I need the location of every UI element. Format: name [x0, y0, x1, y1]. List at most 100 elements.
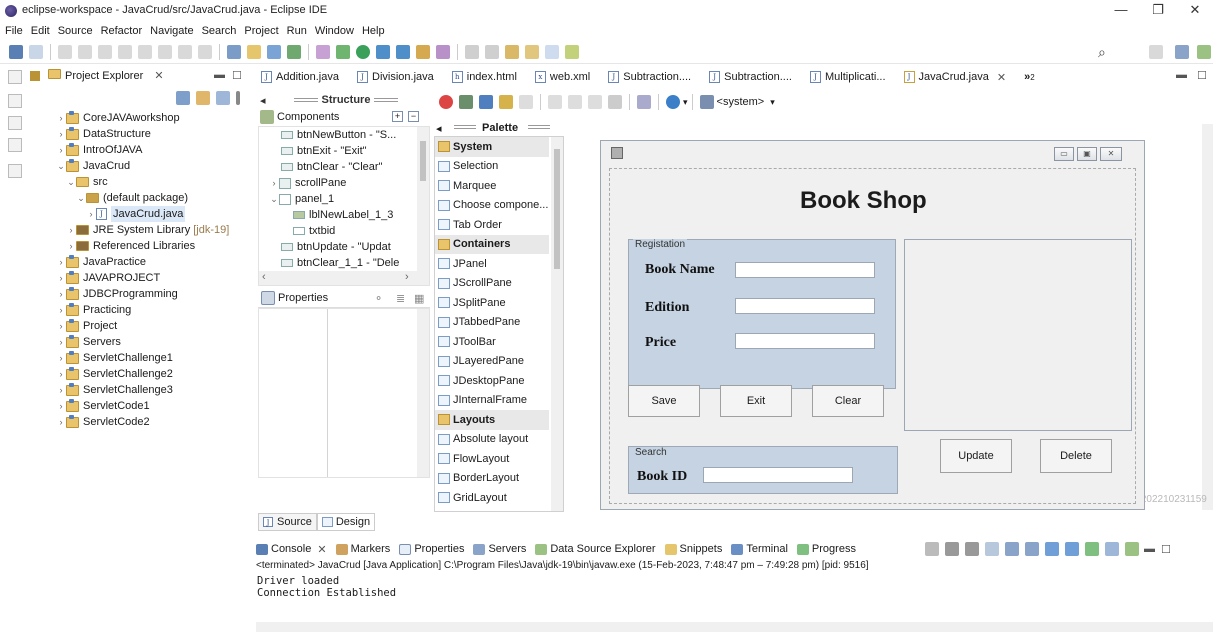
- minimize-view-icon[interactable]: ▬: [1144, 543, 1155, 555]
- preview-icon[interactable]: [459, 95, 473, 109]
- project-explorer-tab[interactable]: Project Explorer ✕: [48, 69, 164, 82]
- terminate-icon[interactable]: [118, 44, 132, 59]
- design-perspective-icon[interactable]: [1197, 45, 1211, 59]
- menu-navigate[interactable]: Navigate: [146, 22, 197, 40]
- collapse-all-icon[interactable]: [176, 91, 190, 105]
- book-name-field[interactable]: [735, 262, 875, 278]
- next-annotation-icon[interactable]: [485, 44, 499, 59]
- last-edit-icon[interactable]: [505, 44, 519, 59]
- tab-web-xml[interactable]: x web.xml: [526, 66, 599, 88]
- properties-scrollbar[interactable]: [417, 309, 429, 477]
- frame-minimize-icon[interactable]: ▭: [1054, 147, 1074, 161]
- chevron-down-icon[interactable]: ⌄: [66, 174, 76, 190]
- components-hscrollbar[interactable]: ‹ ›: [259, 271, 417, 285]
- exit-button[interactable]: Exit: [720, 385, 792, 417]
- maximize-view-icon[interactable]: ☐: [1161, 543, 1171, 556]
- project-tree-item[interactable]: › Project: [56, 318, 250, 334]
- word-wrap-icon[interactable]: [1025, 542, 1039, 556]
- table-scroll-pane[interactable]: [904, 239, 1132, 431]
- expand-all-icon[interactable]: +: [392, 111, 403, 122]
- project-tree-item[interactable]: › J JavaCrud.java: [56, 206, 250, 222]
- tab-terminal[interactable]: Terminal: [731, 543, 788, 555]
- tab-console[interactable]: Console ✕: [256, 543, 327, 556]
- project-tree-item[interactable]: › DataStructure: [56, 126, 250, 142]
- save-button[interactable]: Save: [628, 385, 700, 417]
- chevron-right-icon[interactable]: ›: [56, 350, 66, 366]
- close-button[interactable]: ✕: [1175, 2, 1213, 20]
- tab-javacrud[interactable]: J JavaCrud.java ✕: [894, 66, 1016, 88]
- open-console-icon[interactable]: [1125, 542, 1139, 556]
- toggle-icon[interactable]: [227, 44, 241, 59]
- tree-item-btnclear[interactable]: btnClear - "Clear": [259, 159, 417, 175]
- chevron-right-icon[interactable]: ›: [66, 238, 76, 254]
- chevron-right-icon[interactable]: ›: [86, 206, 96, 222]
- menu-run[interactable]: Run: [283, 22, 311, 40]
- layout-icon[interactable]: [637, 95, 651, 109]
- palette-item[interactable]: FlowLayout: [435, 449, 549, 469]
- chevron-down-icon[interactable]: ⌄: [76, 190, 86, 206]
- palette-item[interactable]: JSplitPane: [435, 293, 549, 313]
- menu-project[interactable]: Project: [240, 22, 282, 40]
- chevron-right-icon[interactable]: ›: [56, 126, 66, 142]
- project-tree-item[interactable]: › ServletChallenge3: [56, 382, 250, 398]
- close-icon[interactable]: ✕: [317, 543, 326, 556]
- pin-console-icon[interactable]: [1085, 542, 1099, 556]
- chevron-right-icon[interactable]: ›: [66, 222, 76, 238]
- cut-icon[interactable]: [548, 95, 562, 109]
- redo-icon[interactable]: [519, 95, 533, 109]
- clear-console-icon[interactable]: [985, 542, 999, 556]
- tab-markers[interactable]: Markers: [335, 543, 390, 555]
- project-tree-item[interactable]: › JRE System Library [jdk-19]: [56, 222, 250, 238]
- palette-item[interactable]: JDesktopPane: [435, 371, 549, 391]
- new-icon[interactable]: [9, 44, 23, 59]
- project-tree-item[interactable]: ⌄ (default package): [56, 190, 250, 206]
- frame-maximize-icon[interactable]: ▣: [1077, 147, 1097, 161]
- new-java-icon[interactable]: [287, 44, 301, 59]
- chevron-right-icon[interactable]: ›: [56, 110, 66, 126]
- resume-icon[interactable]: [78, 44, 92, 59]
- copy-icon[interactable]: [568, 95, 582, 109]
- tab-overflow[interactable]: » 2: [1015, 66, 1044, 88]
- tab-subtraction-2[interactable]: J Subtraction....: [700, 66, 801, 88]
- palette-item[interactable]: JScrollPane: [435, 274, 549, 294]
- source-tab[interactable]: J Source: [258, 513, 317, 531]
- tree-item-btnnewbutton[interactable]: btnNewButton - "S...: [259, 127, 417, 143]
- new-package-icon[interactable]: [416, 44, 430, 59]
- console-output[interactable]: Driver loaded Connection Established: [257, 575, 396, 599]
- project-tree-item[interactable]: › ServletChallenge1: [56, 350, 250, 366]
- system-dropdown[interactable]: <system>: [717, 96, 765, 108]
- terminate-icon[interactable]: [925, 542, 939, 556]
- scroll-lock-icon[interactable]: [1005, 542, 1019, 556]
- tree-item-txtbid[interactable]: txtbid: [259, 223, 417, 239]
- tab-progress[interactable]: Progress: [796, 543, 856, 555]
- palette-item[interactable]: Marquee: [435, 176, 549, 196]
- show-stdout-icon[interactable]: [1045, 542, 1059, 556]
- palette-item[interactable]: BorderLayout: [435, 469, 549, 489]
- price-field[interactable]: [735, 333, 875, 349]
- project-tree-item[interactable]: › ServletCode2: [56, 414, 250, 430]
- annotation-icon[interactable]: [465, 44, 479, 59]
- remove-launch-icon[interactable]: [945, 542, 959, 556]
- menu-search[interactable]: Search: [198, 22, 241, 40]
- tree-item-panel1[interactable]: ⌄ panel_1: [259, 191, 417, 207]
- run-icon[interactable]: [356, 44, 370, 59]
- chevron-right-icon[interactable]: ›: [56, 398, 66, 414]
- tab-addition[interactable]: J Addition.java: [252, 66, 348, 88]
- layout-properties-icon[interactable]: ▦: [414, 292, 424, 305]
- palette-item[interactable]: Tab Order: [435, 215, 549, 235]
- tab-index-html[interactable]: h index.html: [443, 66, 526, 88]
- chevron-right-icon[interactable]: ›: [56, 334, 66, 350]
- palette-category[interactable]: System: [435, 137, 549, 157]
- components-scrollbar[interactable]: [417, 127, 429, 285]
- tab-properties[interactable]: Properties: [399, 543, 464, 555]
- pen-icon[interactable]: [436, 44, 450, 59]
- palette-item[interactable]: Choose compone...: [435, 196, 549, 216]
- tab-data-source-explorer[interactable]: Data Source Explorer: [535, 543, 656, 555]
- tree-item-btnupdate[interactable]: btnUpdate - "Updat: [259, 239, 417, 255]
- menu-refactor[interactable]: Refactor: [97, 22, 147, 40]
- minimize-button[interactable]: —: [1101, 2, 1141, 20]
- project-tree-item[interactable]: › IntroOfJAVA: [56, 142, 250, 158]
- outline-icon[interactable]: [8, 116, 22, 130]
- chevron-right-icon[interactable]: ›: [56, 318, 66, 334]
- menu-source[interactable]: Source: [54, 22, 97, 40]
